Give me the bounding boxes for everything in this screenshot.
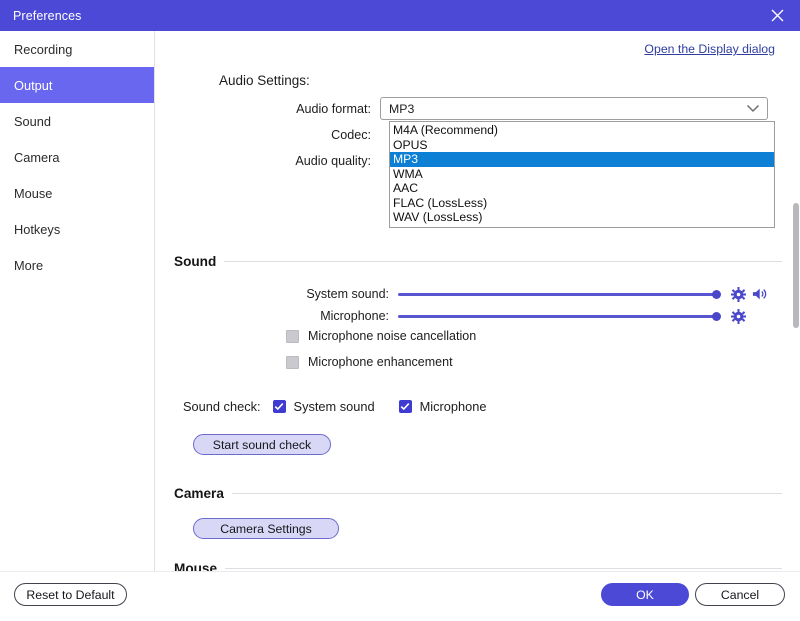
microphone-volume-row: Microphone: <box>156 306 776 326</box>
sound-check-system-item: System sound <box>273 399 375 414</box>
section-title-mouse: Mouse <box>174 561 217 571</box>
gear-icon[interactable] <box>731 309 746 324</box>
slider-track <box>398 315 720 318</box>
sidebar-item-label: Camera <box>14 150 60 165</box>
audio-format-value: MP3 <box>389 102 744 116</box>
microphone-enhancement-checkbox[interactable] <box>286 356 299 369</box>
gear-icon[interactable] <box>731 287 746 302</box>
dropdown-option-aac[interactable]: AAC <box>390 181 774 196</box>
audio-quality-label: Audio quality: <box>156 154 380 168</box>
speaker-icon[interactable] <box>752 287 767 301</box>
microphone-label: Microphone: <box>156 309 398 323</box>
sidebar-item-label: Sound <box>14 114 51 129</box>
section-divider <box>232 493 782 494</box>
slider-thumb[interactable] <box>712 290 721 299</box>
section-mouse: Mouse <box>174 561 782 571</box>
start-sound-check-button[interactable]: Start sound check <box>193 434 331 455</box>
sidebar-item-mouse[interactable]: Mouse <box>0 175 154 211</box>
open-display-dialog-link[interactable]: Open the Display dialog <box>644 42 775 56</box>
sidebar: Recording Output Sound Camera Mouse Hotk… <box>0 31 155 571</box>
sound-check-microphone-label: Microphone <box>420 399 487 414</box>
sound-check-label: Sound check: <box>183 399 261 414</box>
dropdown-option-wav[interactable]: WAV (LossLess) <box>390 210 774 225</box>
preferences-window: Preferences Recording Output Sound Camer… <box>0 0 800 621</box>
microphone-enhancement-row: Microphone enhancement <box>286 355 453 369</box>
section-title-camera: Camera <box>174 486 224 501</box>
settings-panel: Open the Display dialog Audio Settings: … <box>156 31 800 571</box>
dropdown-option-wma[interactable]: WMA <box>390 167 774 182</box>
noise-cancellation-checkbox[interactable] <box>286 330 299 343</box>
sidebar-item-label: Mouse <box>14 186 52 201</box>
dropdown-option-flac[interactable]: FLAC (LossLess) <box>390 196 774 211</box>
title-bar: Preferences <box>0 0 800 31</box>
reset-to-default-button[interactable]: Reset to Default <box>14 583 127 606</box>
cancel-button[interactable]: Cancel <box>695 583 785 606</box>
sound-check-microphone-item: Microphone <box>399 399 487 414</box>
ok-button[interactable]: OK <box>601 583 689 606</box>
sidebar-item-label: Recording <box>14 42 72 57</box>
sidebar-item-output[interactable]: Output <box>0 67 154 103</box>
slider-thumb[interactable] <box>712 312 721 321</box>
section-divider <box>225 568 782 569</box>
chevron-down-icon <box>744 104 762 113</box>
sidebar-item-sound[interactable]: Sound <box>0 103 154 139</box>
sidebar-item-hotkeys[interactable]: Hotkeys <box>0 211 154 247</box>
system-sound-slider[interactable] <box>398 287 722 301</box>
sidebar-item-camera[interactable]: Camera <box>0 139 154 175</box>
microphone-enhancement-label: Microphone enhancement <box>308 355 453 369</box>
audio-format-row: Audio format: MP3 <box>156 97 776 120</box>
sidebar-item-label: More <box>14 258 43 273</box>
sound-check-row: Sound check: System sound Microphone <box>183 399 511 414</box>
system-sound-label: System sound: <box>156 287 398 301</box>
sound-check-system-checkbox[interactable] <box>273 400 286 413</box>
dropdown-option-mp3[interactable]: MP3 <box>390 152 774 167</box>
noise-cancellation-row: Microphone noise cancellation <box>286 329 476 343</box>
dropdown-option-opus[interactable]: OPUS <box>390 138 774 153</box>
sidebar-item-label: Output <box>14 78 52 93</box>
sound-check-system-label: System sound <box>294 399 375 414</box>
section-sound: Sound <box>174 254 782 269</box>
system-sound-icons <box>731 287 767 302</box>
section-camera: Camera <box>174 486 782 501</box>
slider-track <box>398 293 720 296</box>
sidebar-item-label: Hotkeys <box>14 222 60 237</box>
microphone-icons <box>731 309 746 324</box>
audio-format-dropdown-list[interactable]: M4A (Recommend) OPUS MP3 WMA AAC FLAC (L… <box>389 121 775 228</box>
sidebar-item-recording[interactable]: Recording <box>0 31 154 67</box>
codec-label: Codec: <box>156 128 380 142</box>
dialog-footer: Reset to Default OK Cancel <box>0 571 800 621</box>
audio-format-label: Audio format: <box>156 102 380 116</box>
scrollbar-thumb[interactable] <box>793 203 799 328</box>
sound-check-microphone-checkbox[interactable] <box>399 400 412 413</box>
audio-settings-heading: Audio Settings: <box>219 73 310 88</box>
close-icon[interactable] <box>754 0 800 31</box>
camera-settings-button[interactable]: Camera Settings <box>193 518 339 539</box>
section-divider <box>224 261 782 262</box>
microphone-slider[interactable] <box>398 309 722 323</box>
section-title-sound: Sound <box>174 254 216 269</box>
dropdown-option-m4a[interactable]: M4A (Recommend) <box>390 123 774 138</box>
content-scrollbar[interactable] <box>792 31 800 571</box>
sidebar-item-more[interactable]: More <box>0 247 154 283</box>
system-sound-row: System sound: <box>156 284 776 304</box>
audio-format-select[interactable]: MP3 <box>380 97 768 120</box>
window-title: Preferences <box>13 9 82 23</box>
noise-cancellation-label: Microphone noise cancellation <box>308 329 476 343</box>
